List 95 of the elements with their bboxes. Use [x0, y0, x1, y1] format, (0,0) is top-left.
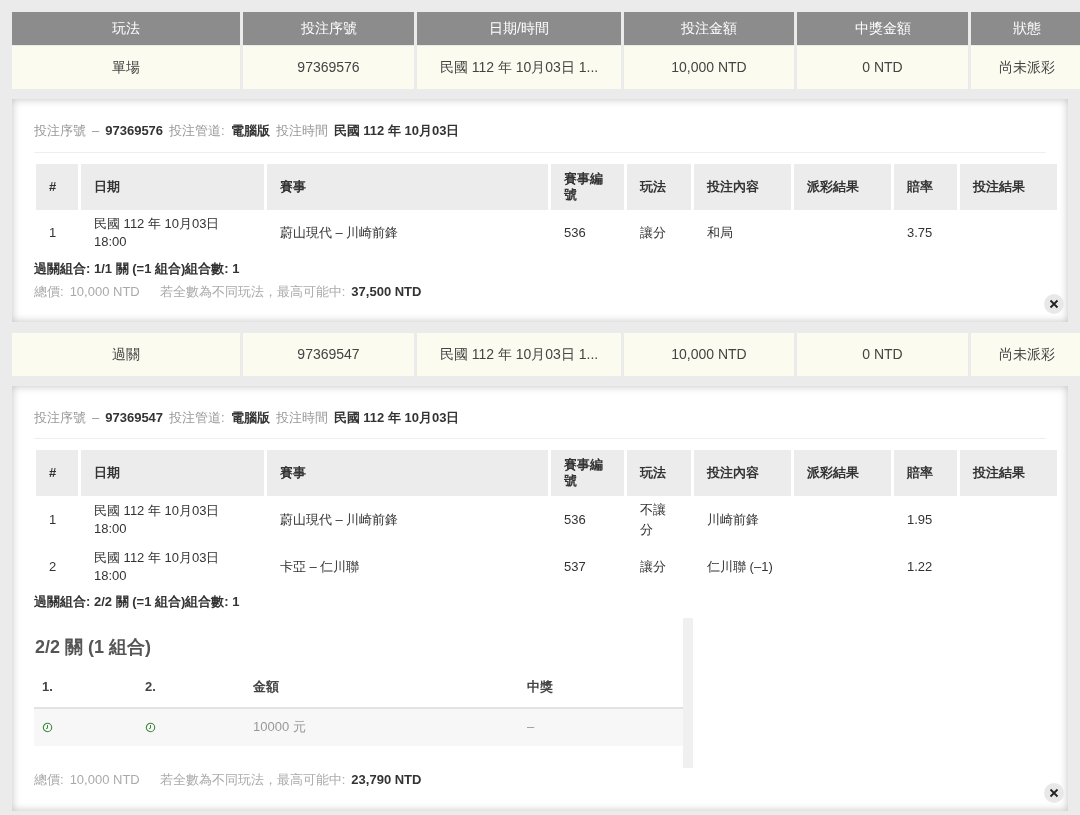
meta-label: 投注序號	[34, 408, 86, 427]
combo-text: 過關組合: 1/1 關 (=1 組合)組合數: 1	[34, 259, 241, 278]
table-cell: 民國 112 年 10月03日 1...	[417, 332, 621, 376]
meta-label: 投注時間	[275, 408, 328, 427]
column-header: 玩法	[627, 450, 691, 496]
clock-icon	[145, 721, 156, 733]
column-header: 投注內容	[694, 163, 791, 210]
column-header: 投注序號	[243, 12, 414, 45]
table-cell-text: 536	[563, 510, 587, 529]
table-cell: 0 NTD	[797, 46, 968, 89]
table-cell-text: 10000 元	[252, 718, 307, 737]
column-header: 2.	[144, 677, 157, 696]
meta-label: –	[92, 408, 100, 427]
combo-text: 過關組合: 2/2 關 (=1 組合)組合數: 1	[34, 593, 241, 611]
table-cell-text: 讓分	[639, 224, 667, 243]
meta-value: 97369547	[105, 408, 164, 427]
table-cell-text: 不讓分	[639, 501, 667, 539]
table-cell-text: 仁川聯 (–1)	[706, 557, 774, 576]
clock-icon	[42, 721, 53, 733]
table-cell: 0 NTD	[797, 332, 968, 376]
table-cell-text: 18:00	[94, 233, 128, 251]
column-header: 賽事	[267, 163, 548, 210]
column-header: 1.	[41, 677, 54, 696]
total-value: 10,000 NTD	[69, 770, 140, 789]
close-icon[interactable]	[1044, 293, 1064, 314]
parlay-title: 2/2 關 (1 組合)	[34, 635, 153, 659]
table-cell-text: 和局	[706, 224, 734, 243]
column-header: 金額	[252, 677, 280, 696]
table-cell: 10,000 NTD	[624, 332, 794, 376]
column-header: 玩法	[627, 163, 691, 210]
max-win-label: 若全數為不同玩法，最高可能中:	[159, 283, 346, 301]
meta-value: 電腦版	[230, 122, 270, 140]
table-cell-text: –	[526, 718, 536, 737]
column-header: 賽事編號	[551, 163, 624, 210]
table-cell: 97369547	[243, 332, 414, 376]
table-cell: 單場	[12, 46, 240, 89]
table-cell-text: 蔚山現代 – 川崎前鋒	[279, 510, 400, 529]
column-header: 狀態	[971, 12, 1080, 45]
column-header: 投注內容	[694, 450, 791, 496]
column-header: #	[36, 450, 78, 496]
total-label: 總價:	[34, 770, 64, 789]
column-header: 賽事編號	[551, 450, 624, 496]
column-header: 賠率	[894, 163, 957, 210]
column-header: 賠率	[894, 450, 957, 496]
table-cell-text: 1	[48, 224, 58, 243]
table-cell-text: 1	[48, 510, 58, 529]
total-label: 總價:	[34, 283, 64, 301]
column-header: #	[36, 163, 78, 210]
column-header: 日期/時間	[417, 12, 621, 45]
table-cell: 97369576	[243, 46, 414, 89]
column-header: 投注結果	[960, 450, 1057, 496]
column-header: 派彩結果	[794, 163, 891, 210]
table-cell-text: 536	[563, 224, 587, 243]
table-cell: 尚未派彩	[971, 332, 1080, 376]
total-value: 10,000 NTD	[69, 283, 140, 301]
table-cell-text: 讓分	[639, 557, 667, 576]
table-cell-text: 卡亞 – 仁川聯	[279, 557, 361, 576]
table-cell-text: 民國 112 年 10月03日	[94, 215, 221, 233]
meta-value: 電腦版	[230, 408, 270, 427]
column-header: 派彩結果	[794, 450, 891, 496]
column-header: 日期	[81, 163, 264, 210]
table-cell-text: 民國 112 年 10月03日	[94, 501, 221, 520]
table-cell-text: 18:00	[94, 519, 128, 538]
column-header: 賽事	[267, 450, 548, 496]
table-cell-text: 18:00	[94, 566, 128, 585]
meta-label: 投注序號	[34, 122, 86, 140]
table-cell-text: 民國 112 年 10月03日	[94, 548, 221, 567]
table-cell: 民國 112 年 10月03日 1...	[417, 46, 621, 89]
meta-label: 投注時間	[275, 122, 328, 140]
table-cell: 尚未派彩	[971, 46, 1080, 89]
meta-value: 97369576	[105, 122, 164, 140]
column-header: 玩法	[12, 12, 240, 45]
max-win-label: 若全數為不同玩法，最高可能中:	[159, 770, 346, 789]
meta-value: 民國 112 年 10月03日	[333, 122, 460, 140]
close-icon[interactable]	[1044, 783, 1064, 803]
table-cell-text: 蔚山現代 – 川崎前鋒	[279, 224, 400, 243]
meta-label: –	[92, 122, 100, 140]
meta-value: 民國 112 年 10月03日	[333, 408, 460, 427]
table-cell-text: 1.95	[906, 510, 934, 529]
max-win-value: 23,790 NTD	[351, 770, 422, 789]
table-cell-text: 3.75	[906, 224, 934, 243]
meta-label: 投注管道:	[169, 408, 225, 427]
column-header: 投注結果	[960, 163, 1057, 210]
meta-label: 投注管道:	[169, 122, 225, 140]
column-header: 投注金額	[624, 12, 794, 45]
column-header: 日期	[81, 450, 264, 496]
table-cell: 過關	[12, 332, 240, 376]
column-header: 中獎金額	[797, 12, 968, 45]
table-cell-text: 川崎前鋒	[706, 510, 760, 529]
max-win-value: 37,500 NTD	[351, 283, 422, 301]
table-cell-text: 2	[48, 557, 58, 576]
column-header: 中獎	[526, 677, 554, 696]
table-cell-text: 537	[563, 557, 587, 576]
table-cell-text: 1.22	[906, 557, 934, 576]
table-cell: 10,000 NTD	[624, 46, 794, 89]
